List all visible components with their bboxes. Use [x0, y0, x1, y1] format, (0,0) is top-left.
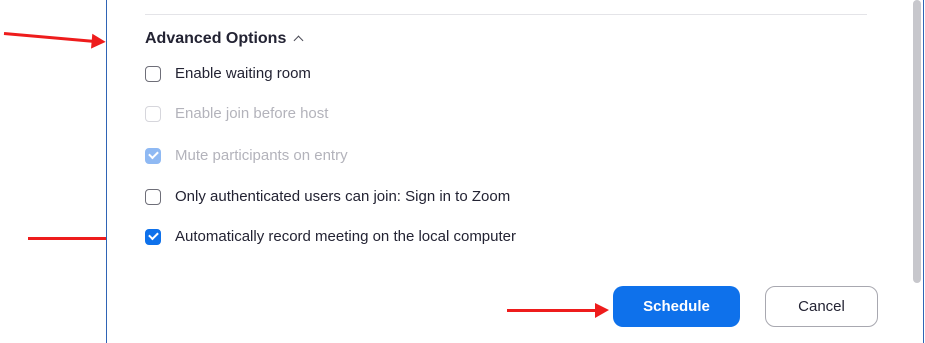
chevron-up-icon — [293, 35, 304, 46]
scrollbar-thumb[interactable] — [913, 0, 921, 283]
annotation-arrow-auto-record — [28, 231, 128, 246]
option-label: Mute participants on entry — [175, 147, 348, 164]
section-divider — [145, 14, 867, 15]
schedule-meeting-dialog: Advanced Options Enable waiting room Ena… — [106, 0, 924, 343]
option-mute-participants: Mute participants on entry — [145, 147, 348, 164]
scrollbar[interactable] — [909, 0, 923, 343]
option-label: Enable join before host — [175, 105, 329, 122]
option-enable-waiting-room[interactable]: Enable waiting room — [145, 65, 311, 82]
checkbox[interactable] — [145, 188, 161, 205]
annotation-arrow-advanced-options — [3, 32, 94, 43]
checkmark-icon — [147, 148, 159, 160]
checkbox — [145, 147, 161, 164]
option-enable-join-before-host: Enable join before host — [145, 105, 328, 122]
checkmark-icon — [147, 229, 159, 241]
annotation-arrow-schedule — [507, 303, 609, 318]
checkbox[interactable] — [145, 228, 161, 245]
schedule-button[interactable]: Schedule — [613, 286, 740, 327]
option-auto-record-local[interactable]: Automatically record meeting on the loca… — [145, 228, 516, 245]
option-authenticated-users[interactable]: Only authenticated users can join: Sign … — [145, 188, 510, 205]
advanced-options-title: Advanced Options — [145, 30, 287, 47]
option-label: Automatically record meeting on the loca… — [175, 228, 517, 245]
checkbox — [145, 105, 161, 122]
advanced-options-toggle[interactable]: Advanced Options — [145, 30, 304, 48]
cancel-button[interactable]: Cancel — [765, 286, 878, 327]
option-label: Only authenticated users can join: Sign … — [175, 188, 511, 205]
option-label: Enable waiting room — [175, 65, 311, 82]
checkbox[interactable] — [145, 65, 161, 82]
